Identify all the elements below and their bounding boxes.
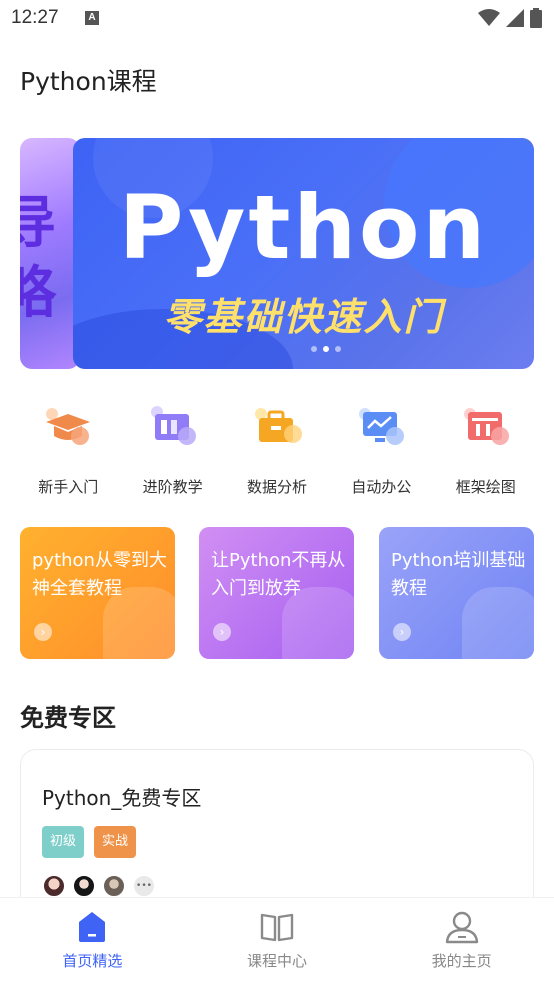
category-label: 自动办公 [351, 478, 412, 496]
category-framework-plotting[interactable]: 框架绘图 [434, 404, 538, 497]
more-avatars-icon: ••• [132, 874, 156, 898]
carousel-indicator [311, 346, 341, 352]
avatar [72, 874, 96, 898]
monitor-icon [353, 404, 409, 452]
category-data-analysis[interactable]: 数据分析 [225, 404, 329, 497]
tab-home[interactable]: 首页精选 [0, 898, 185, 984]
battery-icon [530, 8, 542, 28]
banner-slide[interactable]: Python 零基础快速入门 [73, 138, 534, 369]
course-card-title: Python培训基础教程 [391, 550, 526, 599]
course-card-zero-to-master[interactable]: python从零到大神全套教程 › [20, 527, 175, 659]
briefcase-icon [249, 404, 305, 452]
graduation-cap-icon [40, 404, 96, 452]
user-icon [445, 911, 478, 944]
banner-headline: Python [118, 176, 489, 279]
course-card-dont-give-up[interactable]: 让Python不再从入门到放弃 › [199, 527, 354, 659]
banner-peek-text: 导 [20, 191, 56, 256]
status-time: 12:27 [11, 7, 59, 28]
carousel-dot [335, 346, 341, 352]
avatar [102, 874, 126, 898]
category-label: 框架绘图 [455, 478, 516, 496]
tab-label: 课程中心 [247, 952, 308, 970]
chevron-right-icon: › [213, 623, 231, 641]
signal-icon [506, 9, 524, 27]
type-tag: 实战 [94, 826, 137, 858]
banner-previous-slide[interactable]: 导 略 [20, 138, 80, 369]
free-course-title: Python_免费专区 [42, 786, 202, 810]
course-card-title: python从零到大神全套教程 [32, 550, 167, 599]
category-advanced[interactable]: 进阶教学 [120, 404, 224, 497]
category-label: 新手入门 [38, 478, 99, 496]
course-card-title: 让Python不再从入门到放弃 [211, 550, 346, 599]
carousel-dot [311, 346, 317, 352]
wifi-icon [478, 9, 500, 26]
tab-label: 首页精选 [62, 952, 123, 970]
tab-courses[interactable]: 课程中心 [185, 898, 370, 984]
category-office-automation[interactable]: 自动办公 [329, 404, 433, 497]
category-row: 新手入门 进阶教学 数据分析 自动办公 框架绘图 [16, 404, 538, 497]
banner-subtitle: 零基础快速入门 [163, 295, 444, 339]
window-icon [458, 404, 514, 452]
banner-peek-text-2: 略 [20, 261, 56, 326]
status-bar: 12:27 A [0, 0, 554, 38]
bottom-tab-bar: 首页精选 课程中心 我的主页 [0, 897, 554, 984]
status-icons [478, 8, 542, 28]
learner-avatars: ••• [42, 874, 156, 898]
chevron-right-icon: › [393, 623, 411, 641]
tab-profile[interactable]: 我的主页 [369, 898, 554, 984]
tab-label: 我的主页 [431, 952, 492, 970]
category-label: 数据分析 [246, 478, 307, 496]
home-icon [79, 912, 106, 942]
notification-icon: A [85, 11, 99, 25]
course-card-training-basics[interactable]: Python培训基础教程 › [379, 527, 534, 659]
carousel-dot-active [323, 346, 329, 352]
book-icon [145, 404, 201, 452]
level-tag: 初级 [42, 826, 85, 858]
category-beginner[interactable]: 新手入门 [16, 404, 120, 497]
free-section-title: 免费专区 [20, 704, 116, 732]
avatar [42, 874, 66, 898]
chevron-right-icon: › [34, 623, 52, 641]
open-book-icon [260, 913, 294, 942]
page-title: Python课程 [20, 67, 157, 96]
banner-carousel[interactable]: 导 略 Python 零基础快速入门 [20, 138, 534, 369]
category-label: 进阶教学 [142, 478, 203, 496]
